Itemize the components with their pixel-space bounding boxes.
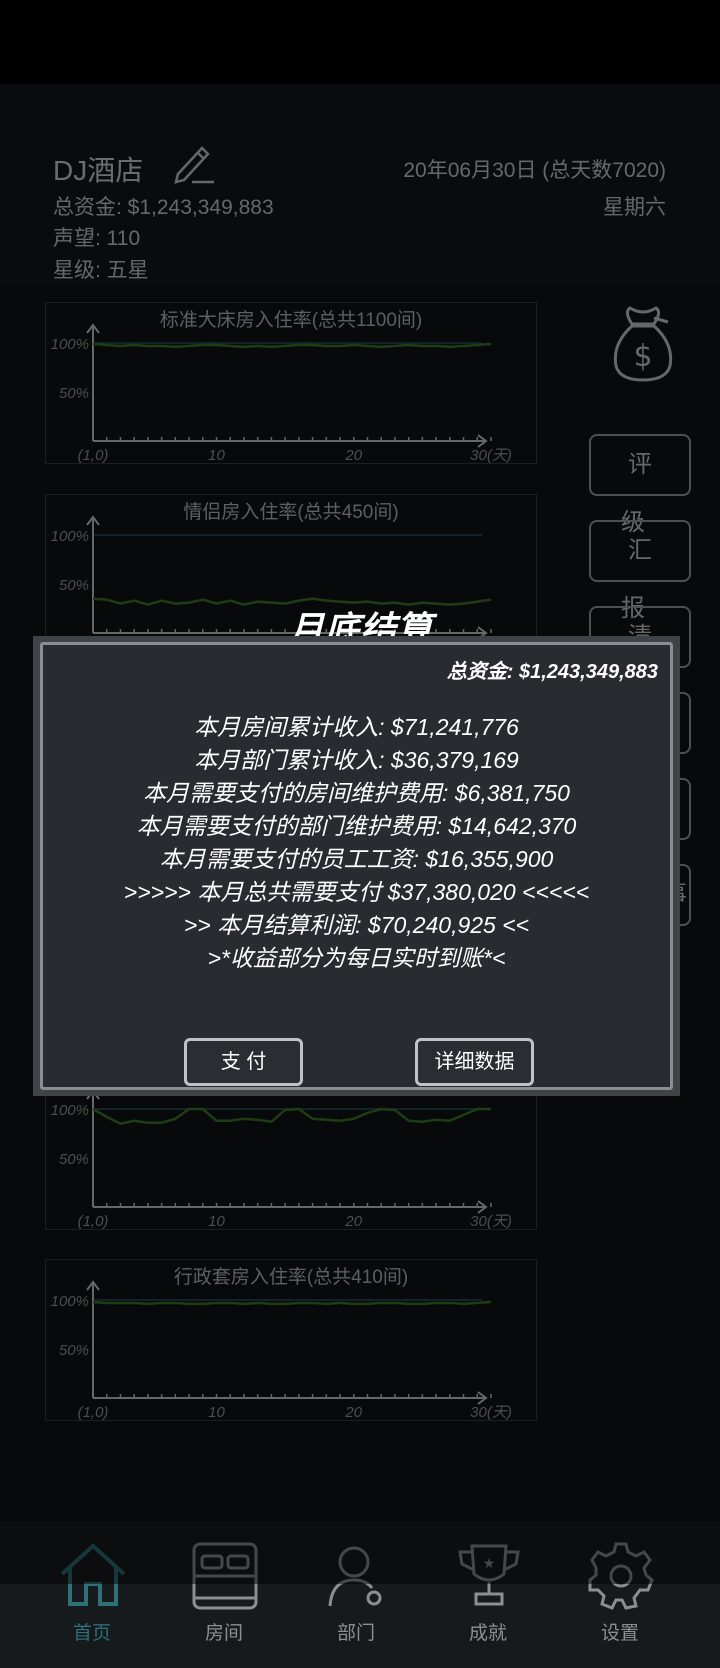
settlement-lines: 本月房间累计收入: $71,241,776 本月部门累计收入: $36,379,… [43, 711, 670, 975]
room-maintenance-line: 本月需要支付的房间维护费用: $6,381,750 [43, 777, 670, 810]
month-end-settlement-dialog: 总资金: $1,243,349,883 本月房间累计收入: $71,241,77… [33, 636, 680, 1096]
total-payment-line: >>>>> 本月总共需要支付 $37,380,020 <<<<< [43, 876, 670, 909]
nav-label: 房间 [164, 1618, 284, 1645]
department-income-line: 本月部门累计收入: $36,379,169 [43, 744, 670, 777]
nav-label: 部门 [296, 1618, 416, 1645]
profit-line: >> 本月结算利润: $70,240,925 << [43, 909, 670, 942]
income-note-line: >*收益部分为每日实时到账*< [43, 942, 670, 975]
dialog-panel: 总资金: $1,243,349,883 本月房间累计收入: $71,241,77… [40, 642, 673, 1090]
department-maintenance-line: 本月需要支付的部门维护费用: $14,642,370 [43, 810, 670, 843]
nav-label: 成就 [428, 1618, 548, 1645]
pay-button[interactable]: 支 付 [184, 1038, 303, 1086]
dialog-total-funds: 总资金: $1,243,349,883 [447, 655, 658, 684]
nav-label: 设置 [560, 1618, 680, 1645]
nav-label: 首页 [32, 1618, 152, 1645]
room-income-line: 本月房间累计收入: $71,241,776 [43, 711, 670, 744]
detail-data-button[interactable]: 详细数据 [415, 1038, 534, 1086]
staff-salary-line: 本月需要支付的员工工资: $16,355,900 [43, 843, 670, 876]
